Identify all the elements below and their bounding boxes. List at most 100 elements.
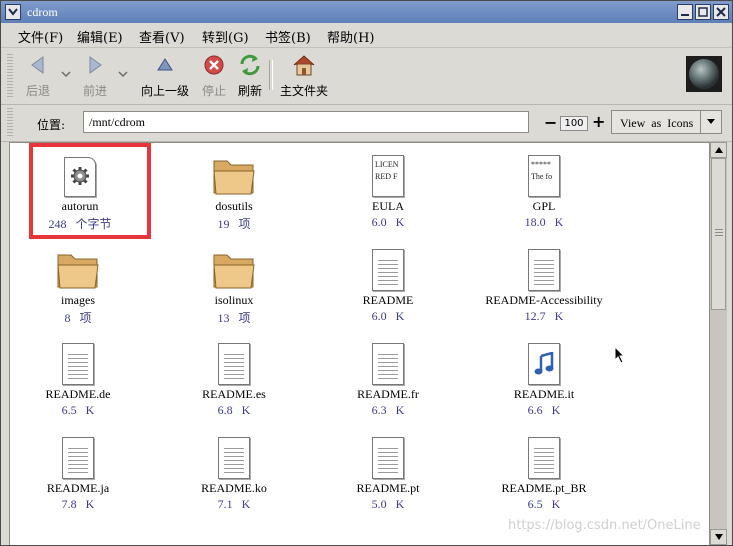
refresh-button[interactable]: 刷新 — [235, 52, 265, 100]
forward-arrow-icon — [82, 52, 108, 78]
text-document-icon — [62, 343, 94, 385]
menu-edit[interactable]: 编辑(E) — [77, 27, 123, 46]
file-info: 6.8 K — [217, 403, 251, 417]
zoom-in-button[interactable]: + — [592, 112, 605, 131]
location-bar: 位置: − 100 + View as Icons — [1, 104, 732, 142]
zoom-level[interactable]: 100 — [560, 116, 588, 131]
file-item[interactable]: README.ko 7.1 K — [169, 431, 299, 512]
scroll-up-button[interactable] — [710, 142, 727, 158]
text-document-icon — [218, 437, 250, 479]
toolbar-grip[interactable] — [7, 54, 13, 98]
file-name: README.pt_BR — [501, 481, 587, 495]
file-item[interactable]: README.es 6.8 K — [169, 337, 299, 418]
file-name: isolinux — [214, 293, 254, 307]
text-document-icon — [62, 437, 94, 479]
file-info: 19 项 — [217, 217, 251, 231]
file-preview-line: ***** — [531, 160, 551, 169]
file-info: 6.0 K — [371, 215, 405, 229]
location-input[interactable] — [83, 111, 529, 133]
back-button[interactable]: 后退 — [21, 52, 55, 100]
menu-help[interactable]: 帮助(H) — [327, 27, 374, 46]
file-manager-window: cdrom 文件(F) 编辑(E) 查看(V) 转到(G) 书签(B) 帮助(H… — [0, 0, 733, 546]
text-document-icon: LICEN RED F — [372, 155, 404, 197]
close-button[interactable] — [713, 4, 729, 20]
vertical-scrollbar[interactable] — [709, 142, 727, 545]
minimize-button[interactable] — [677, 4, 693, 20]
file-item[interactable]: README 6.0 K — [323, 243, 453, 324]
file-info: 6.3 K — [371, 403, 405, 417]
text-document-icon: ***** The fo — [528, 155, 560, 197]
audio-file-icon — [528, 343, 560, 385]
window-menu-button[interactable] — [5, 4, 21, 20]
maximize-icon — [698, 7, 708, 17]
file-item[interactable]: README.it 6.6 K — [479, 337, 609, 418]
file-name: README.es — [202, 387, 266, 401]
menu-bar: 文件(F) 编辑(E) 查看(V) 转到(G) 书签(B) 帮助(H) — [1, 23, 732, 48]
menu-file[interactable]: 文件(F) — [18, 27, 63, 46]
toolbar-separator — [269, 60, 273, 90]
up-button[interactable]: 向上一级 — [137, 52, 193, 100]
title-bar[interactable]: cdrom — [1, 1, 732, 23]
file-info: 6.5 K — [527, 497, 561, 511]
view-as-value: View as Icons — [620, 116, 694, 130]
menu-bookmarks[interactable]: 书签(B) — [265, 27, 311, 46]
text-document-icon — [372, 343, 404, 385]
file-info: 12.7 K — [524, 309, 564, 323]
window-title: cdrom — [27, 5, 58, 19]
file-name: EULA — [372, 199, 404, 213]
file-name: README.ja — [46, 481, 110, 495]
file-name: README.de — [45, 387, 111, 401]
up-arrow-icon — [152, 52, 178, 78]
toolbar: 后退 前进 向上一级 停止 刷新 主文件夹 — [1, 48, 732, 105]
home-label: 主文件夹 — [279, 84, 328, 98]
folder-icon — [213, 160, 255, 195]
file-preview-line: LICEN — [375, 160, 399, 169]
folder-item[interactable]: images 8 项 — [13, 243, 143, 326]
text-document-icon — [528, 437, 560, 479]
file-item[interactable]: README.pt_BR 6.5 K — [479, 431, 609, 512]
highlight-box — [29, 143, 151, 239]
file-name: README.it — [513, 387, 575, 401]
maximize-button[interactable] — [695, 4, 711, 20]
forward-history-dropdown-icon[interactable] — [118, 70, 128, 78]
stop-button[interactable]: 停止 — [199, 52, 229, 100]
file-item[interactable]: README.ja 7.8 K — [13, 431, 143, 512]
stop-icon — [201, 52, 227, 78]
scroll-down-button[interactable] — [710, 529, 727, 545]
folder-item[interactable]: dosutils 19 项 — [169, 149, 299, 232]
location-label: 位置: — [37, 118, 66, 132]
minimize-icon — [681, 14, 689, 16]
folder-icon — [57, 254, 99, 289]
file-item[interactable]: README.de 6.5 K — [13, 337, 143, 418]
back-label: 后退 — [25, 84, 50, 98]
view-as-dropdown[interactable] — [700, 111, 721, 133]
file-item[interactable]: README.fr 6.3 K — [323, 337, 453, 418]
file-item[interactable]: LICEN RED F EULA 6.0 K — [323, 149, 453, 230]
view-as-select[interactable]: View as Icons — [611, 110, 722, 134]
file-name: README-Accessibility — [485, 293, 603, 307]
file-name: README.pt — [356, 481, 420, 495]
file-name: dosutils — [215, 199, 253, 213]
file-item[interactable]: README-Accessibility 12.7 K — [479, 243, 609, 324]
scroll-thumb[interactable] — [711, 158, 726, 310]
stop-label: 停止 — [201, 84, 226, 98]
file-info: 8 项 — [64, 311, 92, 325]
location-grip[interactable] — [7, 108, 13, 136]
activity-throbber — [686, 56, 722, 92]
forward-button[interactable]: 前进 — [78, 52, 112, 100]
mouse-cursor-icon — [614, 346, 626, 364]
folder-item[interactable]: isolinux 13 项 — [169, 243, 299, 326]
file-item[interactable]: README.pt 5.0 K — [323, 431, 453, 512]
file-info: 5.0 K — [371, 497, 405, 511]
home-button[interactable]: 主文件夹 — [277, 52, 331, 100]
file-info: 13 项 — [217, 311, 251, 325]
menu-view[interactable]: 查看(V) — [139, 27, 185, 46]
text-document-icon — [528, 249, 560, 291]
up-label: 向上一级 — [140, 84, 189, 98]
file-item[interactable]: ***** The fo GPL 18.0 K — [479, 149, 609, 230]
zoom-out-button[interactable]: − — [544, 113, 557, 132]
back-history-dropdown-icon[interactable] — [61, 70, 71, 78]
file-name: GPL — [532, 199, 556, 213]
file-name: README — [362, 293, 414, 307]
menu-go[interactable]: 转到(G) — [202, 27, 249, 46]
